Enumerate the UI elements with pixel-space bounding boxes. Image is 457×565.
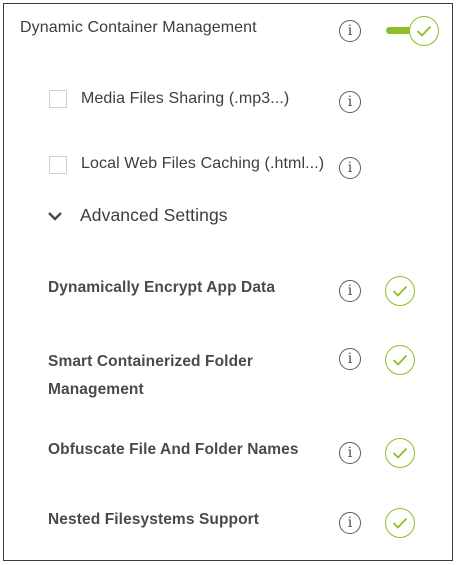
media-files-sharing-label: Media Files Sharing (.mp3...) — [81, 90, 290, 107]
advanced-settings-label: Advanced Settings — [80, 205, 228, 225]
check-icon[interactable] — [385, 508, 415, 538]
info-icon[interactable]: i — [339, 348, 361, 370]
advanced-item-smart-folder: Smart Containerized Folder Management — [48, 348, 253, 404]
advanced-settings-header: Advanced Settings — [80, 205, 228, 226]
local-web-files-caching-label: Local Web Files Caching (.html...) — [81, 155, 325, 172]
advanced-item-label: Dynamically Encrypt App Data — [48, 279, 276, 296]
info-icon[interactable]: i — [339, 442, 361, 464]
dynamic-container-row: Dynamic Container Management — [20, 19, 257, 37]
info-icon[interactable]: i — [339, 157, 361, 179]
media-files-sharing-checkbox[interactable] — [49, 90, 67, 108]
advanced-item-nested-fs: Nested Filesystems Support — [48, 511, 259, 529]
chevron-down-icon — [48, 212, 62, 221]
check-icon[interactable] — [385, 276, 415, 306]
check-icon — [409, 16, 439, 46]
local-web-files-caching-checkbox[interactable] — [49, 156, 67, 174]
advanced-item-label-line2: Management — [48, 381, 144, 398]
check-icon[interactable] — [385, 345, 415, 375]
advanced-item-label-line1: Smart Containerized Folder — [48, 353, 253, 370]
advanced-item-label: Obfuscate File And Folder Names — [48, 441, 299, 458]
info-icon[interactable]: i — [339, 512, 361, 534]
media-files-sharing-row: Media Files Sharing (.mp3...) — [81, 90, 289, 108]
local-web-files-caching-row: Local Web Files Caching (.html...) — [81, 155, 324, 173]
advanced-item-obfuscate: Obfuscate File And Folder Names — [48, 441, 299, 459]
advanced-item-encrypt: Dynamically Encrypt App Data — [48, 279, 275, 297]
info-icon[interactable]: i — [339, 280, 361, 302]
dynamic-container-label: Dynamic Container Management — [20, 19, 257, 36]
info-icon[interactable]: i — [339, 91, 361, 113]
check-icon[interactable] — [385, 438, 415, 468]
settings-panel: Dynamic Container Management i Media Fil… — [3, 3, 453, 561]
advanced-item-label: Nested Filesystems Support — [48, 511, 260, 528]
info-icon[interactable]: i — [339, 20, 361, 42]
